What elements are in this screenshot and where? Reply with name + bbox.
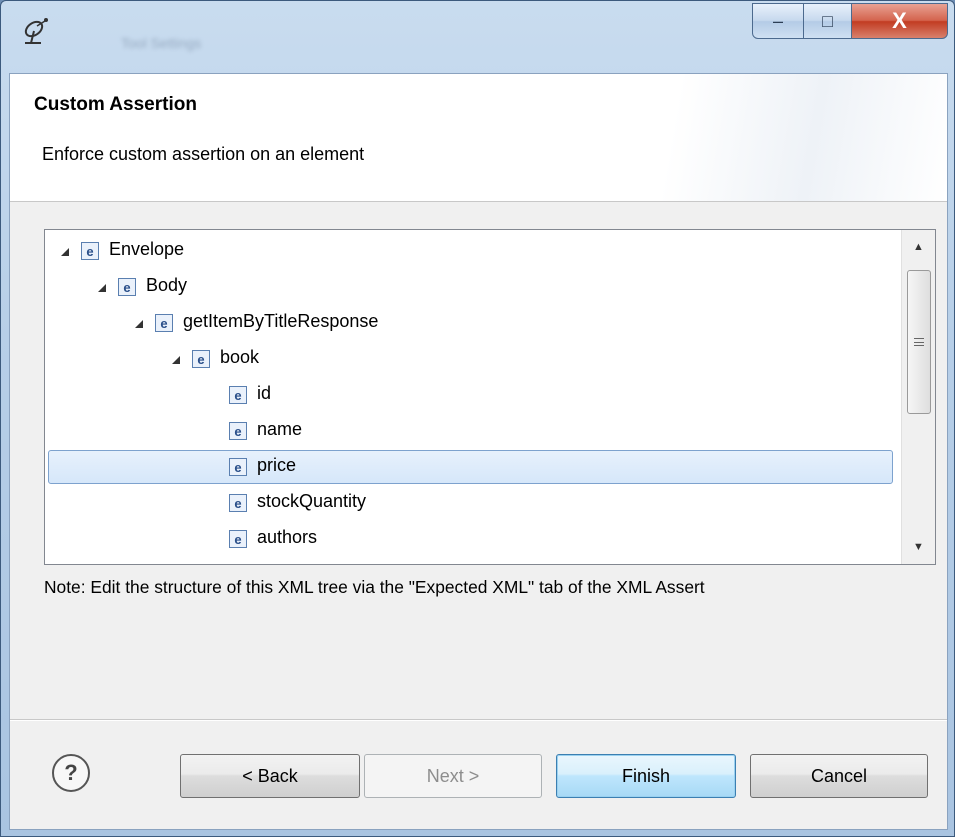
- tree-node-label: stockQuantity: [257, 491, 367, 511]
- tree-node-label: name: [257, 419, 303, 439]
- xml-tree[interactable]: e Envelope e Body e getItemByTitleResponse e bo…: [44, 229, 936, 565]
- back-button[interactable]: < Back: [180, 754, 360, 798]
- close-button[interactable]: X: [852, 3, 948, 39]
- title-bar[interactable]: Tool Settings – □ X: [1, 1, 954, 71]
- help-button[interactable]: ?: [52, 754, 90, 792]
- scroll-up-arrow-icon[interactable]: ▲: [902, 230, 935, 264]
- tree-node-label: authors: [257, 527, 318, 547]
- cancel-button[interactable]: Cancel: [750, 754, 928, 798]
- minimize-button[interactable]: –: [752, 3, 804, 39]
- tree-node-stockquantity[interactable]: e stockQuantity: [45, 485, 900, 521]
- xml-element-icon: e: [192, 350, 210, 368]
- tree-node-name[interactable]: e name: [45, 413, 900, 449]
- expand-arrow-icon[interactable]: [98, 284, 106, 292]
- page-title: Custom Assertion: [34, 94, 197, 115]
- tree-node-book[interactable]: e book: [45, 341, 900, 377]
- xml-element-icon: e: [229, 386, 247, 404]
- tree-node-label: getItemByTitleResponse: [183, 311, 379, 331]
- xml-element-icon: e: [81, 242, 99, 260]
- minimize-icon: –: [772, 10, 783, 31]
- tree-node-getitembytitleresponse[interactable]: e getItemByTitleResponse: [45, 305, 900, 341]
- xml-element-icon: e: [229, 530, 247, 548]
- expand-arrow-icon[interactable]: [135, 320, 143, 328]
- xml-element-icon: e: [118, 278, 136, 296]
- help-icon: ?: [64, 760, 78, 785]
- note-text: Note: Edit the structure of this XML tre…: [44, 577, 705, 597]
- tree-node-authors[interactable]: e authors: [45, 521, 900, 557]
- tree-node-body[interactable]: e Body: [45, 269, 900, 305]
- tree-node-label: price: [257, 455, 297, 475]
- dialog-client-area: Custom Assertion Enforce custom assertio…: [9, 73, 948, 830]
- wizard-header: Custom Assertion Enforce custom assertio…: [10, 74, 947, 202]
- expand-arrow-icon[interactable]: [172, 356, 180, 364]
- tree-node-label: Envelope: [109, 239, 185, 259]
- tree-node-label: book: [220, 347, 260, 367]
- footer-divider: [10, 719, 947, 721]
- dialog-window: Tool Settings – □ X Custom Assertion Enf…: [0, 0, 955, 837]
- close-icon: X: [892, 8, 907, 33]
- xml-element-icon: e: [155, 314, 173, 332]
- satellite-dish-icon: [24, 18, 48, 44]
- finish-button[interactable]: Finish: [556, 754, 736, 798]
- tree-node-id[interactable]: e id: [45, 377, 900, 413]
- next-button[interactable]: Next >: [364, 754, 542, 798]
- expand-arrow-icon[interactable]: [61, 248, 69, 256]
- tree-node-envelope[interactable]: e Envelope: [45, 233, 900, 269]
- scroll-thumb[interactable]: [907, 270, 931, 414]
- maximize-button[interactable]: □: [804, 3, 852, 39]
- tree-node-label: id: [257, 383, 272, 403]
- xml-element-icon: e: [229, 494, 247, 512]
- page-description: Enforce custom assertion on an element: [42, 144, 365, 164]
- grip-icon: [914, 338, 924, 346]
- xml-element-icon: e: [229, 422, 247, 440]
- window-title: Tool Settings: [121, 35, 202, 51]
- tree-node-label: Body: [146, 275, 188, 295]
- selection-highlight: [48, 450, 893, 484]
- tree-node-price[interactable]: e price: [45, 449, 900, 485]
- scroll-down-arrow-icon[interactable]: ▼: [902, 530, 935, 564]
- window-controls: – □ X: [752, 3, 948, 43]
- vertical-scrollbar[interactable]: ▲ ▼: [901, 230, 935, 564]
- maximize-icon: □: [822, 10, 833, 31]
- xml-element-icon: e: [229, 458, 247, 476]
